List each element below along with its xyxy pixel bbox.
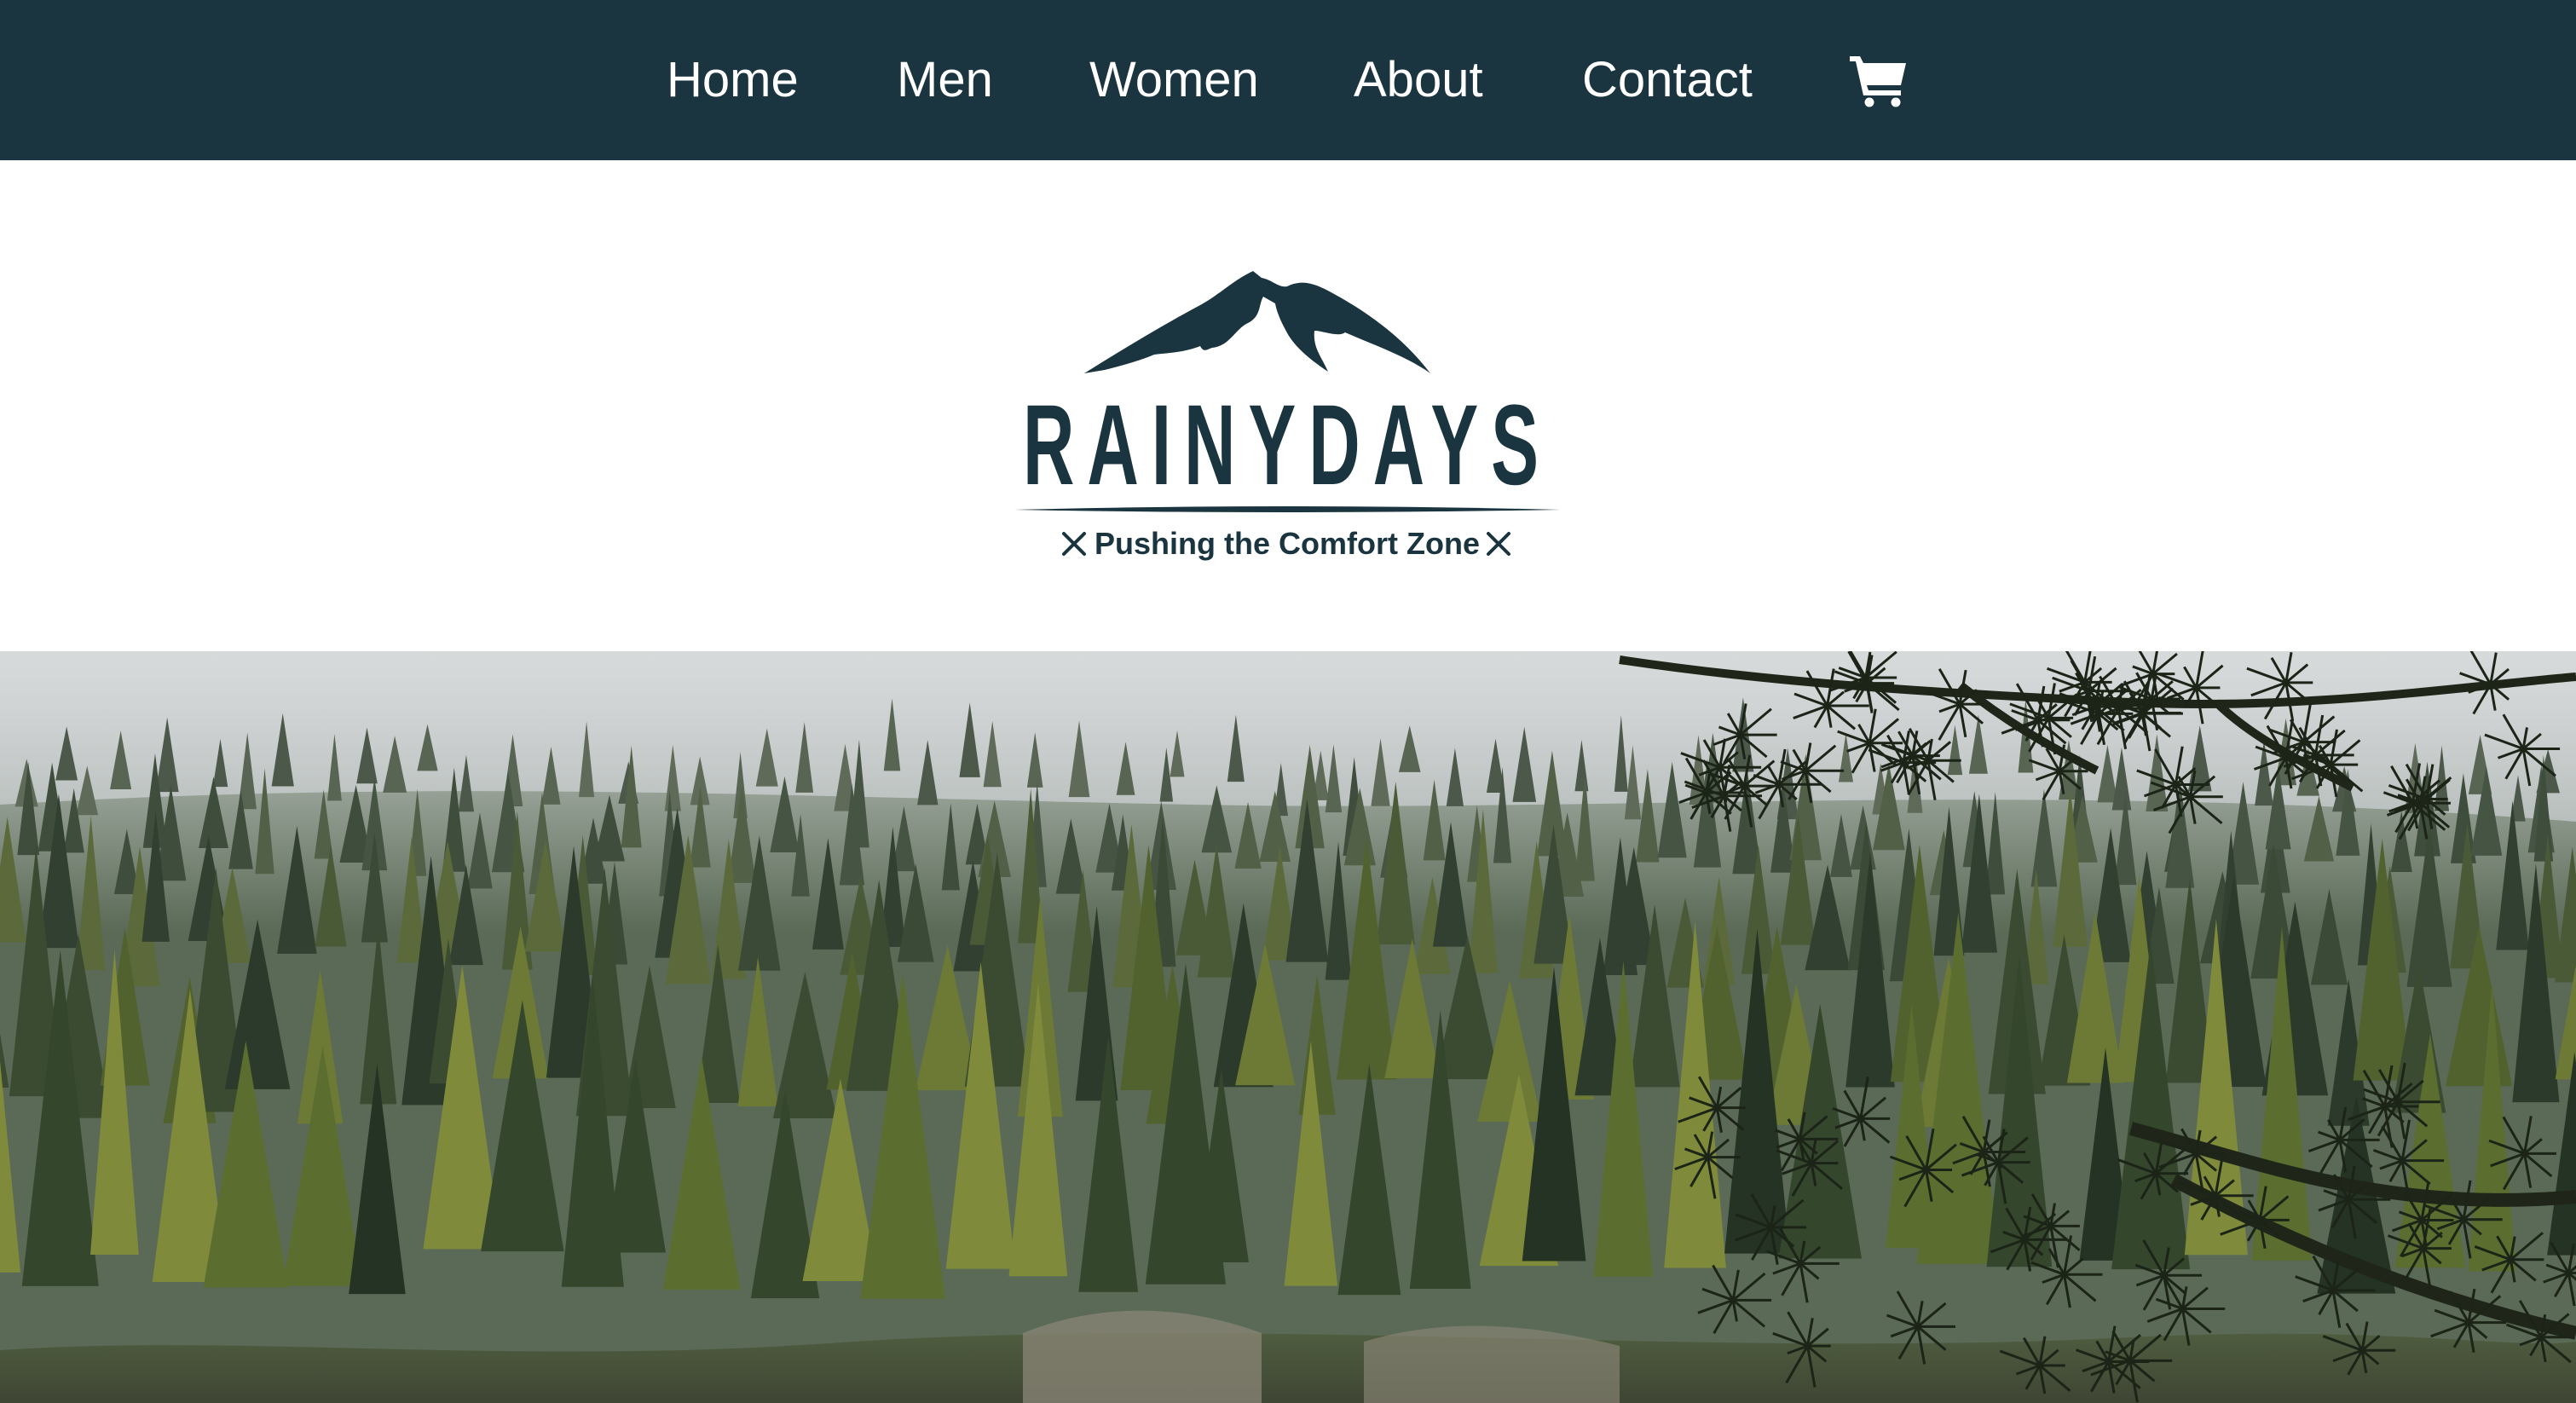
rainydays-logo[interactable]: RAINYDAYS Pushing the Comfort Zone [1006,271,1568,578]
nav-link-home[interactable]: Home [667,55,799,105]
main-navbar: Home Men Women About Contact [0,0,2576,160]
nav-link-about[interactable]: About [1354,55,1483,105]
logo-tagline: Pushing the Comfort Zone [1095,526,1480,561]
logo-brand-text: RAINYDAYS [1023,382,1551,509]
nav-link-women[interactable]: Women [1089,55,1259,105]
hero-forest-image [0,651,2576,1403]
forest-landscape-image [0,651,2576,1403]
mountain-icon [1084,271,1430,373]
nav-link-men[interactable]: Men [897,55,993,105]
shopping-cart-icon[interactable] [1848,48,1909,109]
nav-link-contact[interactable]: Contact [1582,55,1753,105]
logo-section: RAINYDAYS Pushing the Comfort Zone [0,160,2576,651]
